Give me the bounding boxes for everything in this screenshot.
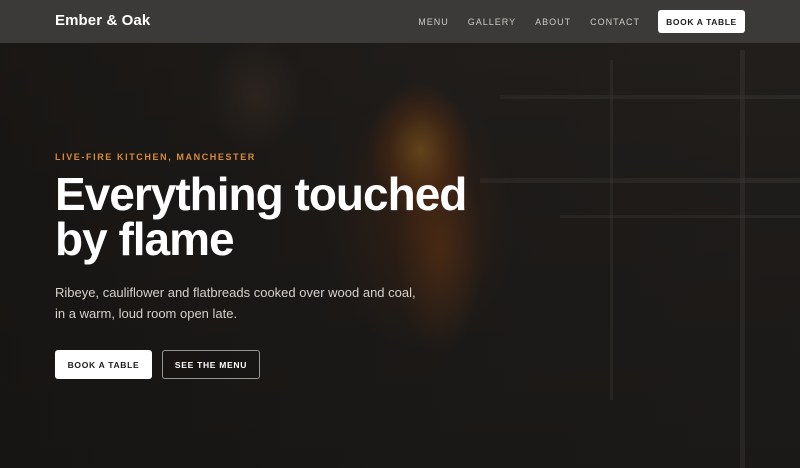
hero-actions: BOOK A TABLE SEE THE MENU [55,350,535,379]
hero-content: LIVE-FIRE KITCHEN, MANCHESTER Everything… [55,152,535,379]
nav-link-contact[interactable]: CONTACT [590,17,640,27]
see-menu-button[interactable]: SEE THE MENU [162,350,260,379]
hero-headline: Everything touched by flame [55,168,467,265]
book-table-button[interactable]: BOOK A TABLE [55,350,152,379]
hero-kicker: LIVE-FIRE KITCHEN, MANCHESTER [55,152,256,162]
nav-links: MENU GALLERY ABOUT CONTACT BOOK A TABLE [418,10,745,33]
nav-link-about[interactable]: ABOUT [535,17,571,27]
nav-link-gallery[interactable]: GALLERY [468,17,516,27]
nav-book-table-button[interactable]: BOOK A TABLE [658,10,745,33]
top-nav: Ember & Oak MENU GALLERY ABOUT CONTACT B… [0,0,800,43]
brand-logo[interactable]: Ember & Oak [55,12,150,29]
nav-link-menu[interactable]: MENU [418,17,449,27]
hero-lede: Ribeye, cauliflower and flatbreads cooke… [55,285,416,321]
